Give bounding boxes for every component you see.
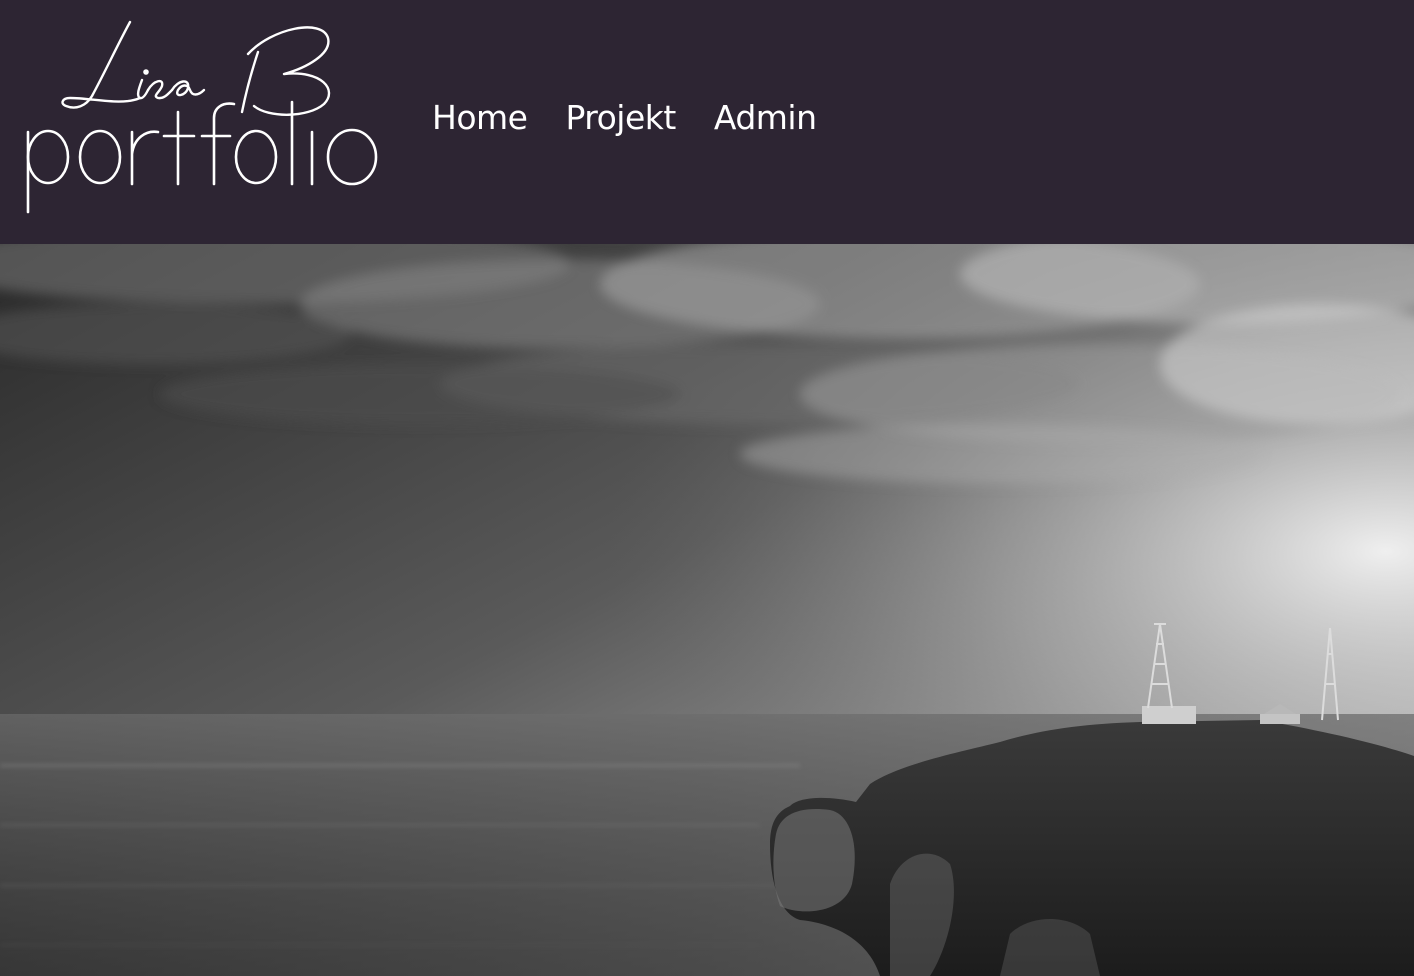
nav-link-home[interactable]: Home bbox=[432, 98, 528, 137]
nav-item-admin: Admin bbox=[714, 98, 817, 138]
nav-item-home: Home bbox=[432, 98, 528, 138]
nav-item-projekt: Projekt bbox=[565, 98, 676, 138]
logo-graphic bbox=[26, 20, 378, 214]
hero-image bbox=[0, 244, 1414, 976]
nav-link-projekt[interactable]: Projekt bbox=[565, 98, 676, 137]
nav-link-admin[interactable]: Admin bbox=[714, 98, 817, 137]
coastal-cliff-photo bbox=[0, 244, 1414, 976]
site-header: Home Projekt Admin bbox=[0, 0, 1414, 244]
main-nav: Home Projekt Admin bbox=[432, 98, 817, 138]
site-logo[interactable] bbox=[22, 14, 384, 220]
